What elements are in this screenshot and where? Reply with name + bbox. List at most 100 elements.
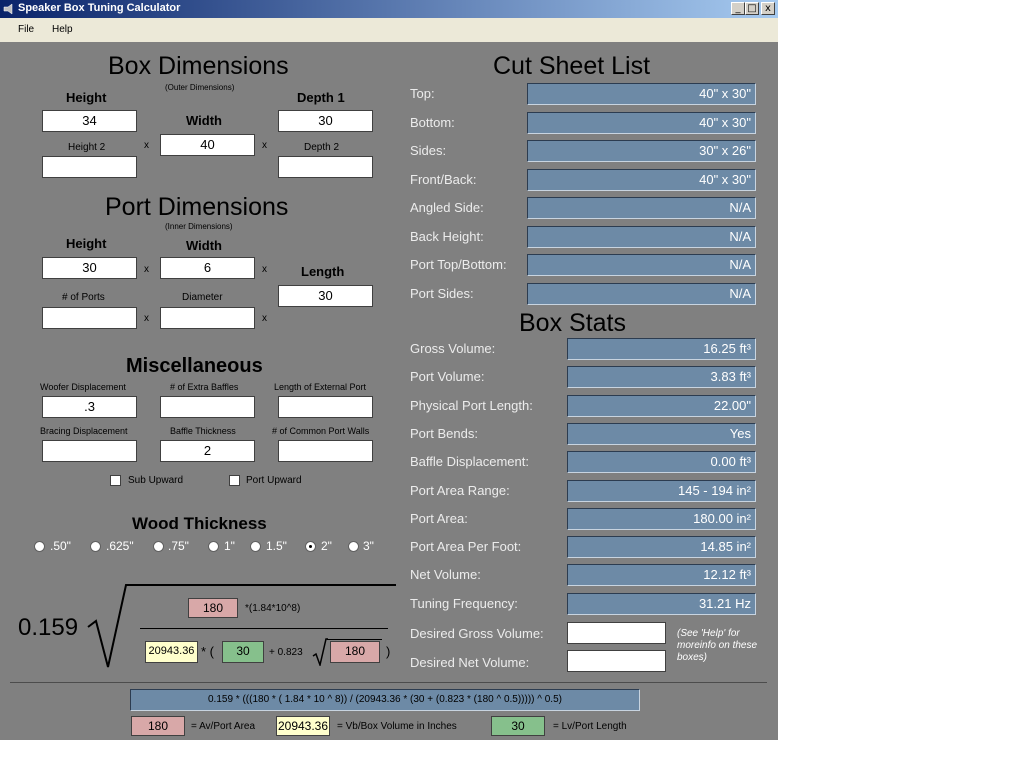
num-ports-input[interactable]: [42, 307, 137, 329]
wood-option-label: 2": [321, 539, 332, 553]
wood-radio-0625[interactable]: [90, 541, 101, 552]
stat-value: 180.00 in²: [567, 507, 756, 530]
footer-av-label: = Av/Port Area: [191, 721, 256, 732]
bracing-displacement-input[interactable]: [42, 440, 137, 462]
cut-sheet-label: Sides:: [410, 143, 447, 158]
stat-label: Baffle Displacement:: [410, 454, 529, 470]
close-button[interactable]: x: [761, 2, 775, 15]
port-width-label: Width: [186, 238, 222, 253]
port-upward-checkbox[interactable]: [229, 475, 240, 486]
stat-label: Port Area Range:: [410, 482, 510, 498]
wood-radio-2-selected[interactable]: [305, 541, 316, 552]
maximize-button[interactable]: □: [745, 2, 759, 15]
num-ports-label: # of Ports: [62, 292, 105, 303]
cut-sheet-label: Port Sides:: [410, 285, 474, 301]
woofer-displacement-input[interactable]: .3: [42, 396, 137, 418]
sub-upward-label: Sub Upward: [128, 475, 184, 486]
menu-help[interactable]: Help: [52, 24, 73, 35]
cut-sheet-label: Front/Back:: [410, 171, 477, 187]
baffle-thickness-input[interactable]: 2: [160, 440, 255, 462]
footer-divider: [10, 682, 767, 683]
external-port-input[interactable]: [278, 396, 373, 418]
desired-net-label: Desired Net Volume:: [410, 655, 530, 670]
small-radical-bar: [327, 639, 382, 640]
stat-value: 0.00 ft³: [567, 451, 756, 474]
box-dimensions-title: Box Dimensions: [108, 52, 289, 80]
minimize-button[interactable]: _: [731, 2, 745, 15]
menu-file[interactable]: File: [18, 24, 34, 35]
stat-label: Net Volume:: [410, 567, 481, 583]
times-sign: x: [262, 264, 267, 275]
box-width-input[interactable]: 40: [160, 134, 255, 156]
footer-av-box: 180: [131, 716, 185, 736]
wood-radio-15[interactable]: [250, 541, 261, 552]
desired-net-input[interactable]: [567, 650, 666, 672]
wood-option-label: .75": [168, 539, 189, 553]
baffle-thickness-label: Baffle Thickness: [170, 426, 236, 436]
port-width-input[interactable]: 6: [160, 257, 255, 279]
extra-baffles-input[interactable]: [160, 396, 255, 418]
woofer-displacement-label: Woofer Displacement: [40, 382, 126, 392]
cut-sheet-title: Cut Sheet List: [493, 52, 651, 80]
cut-sheet-value: 40" x 30": [527, 168, 756, 191]
formula-vb-box: 20943.36: [145, 641, 198, 663]
title-bar[interactable]: Speaker Box Tuning Calculator _ □ x: [0, 0, 778, 18]
port-dimensions-title: Port Dimensions: [105, 193, 289, 221]
stat-value: 12.12 ft³: [567, 564, 756, 587]
help-note: (See 'Help' for moreinfo on these boxes): [677, 628, 758, 663]
times-sign: x: [262, 140, 267, 151]
bracing-displacement-label: Bracing Displacement: [40, 426, 128, 436]
cut-sheet-value: 40" x 30": [527, 83, 756, 105]
menu-bar: File Help: [0, 18, 778, 42]
box-depth2-input[interactable]: [278, 156, 373, 178]
diameter-label: Diameter: [182, 292, 223, 303]
stat-label: Port Area:: [410, 510, 468, 526]
small-radical-icon: [312, 638, 328, 666]
times-sign: x: [144, 313, 149, 324]
stat-label: Port Volume:: [410, 369, 485, 385]
wood-radio-1[interactable]: [208, 541, 219, 552]
diameter-input[interactable]: [160, 307, 255, 329]
box-height-input[interactable]: 34: [42, 110, 137, 132]
box-height2-label: Height 2: [68, 142, 106, 153]
stat-label: Port Area Per Foot:: [410, 539, 522, 555]
app-window: Speaker Box Tuning Calculator _ □ x File…: [0, 0, 778, 740]
desired-gross-label: Desired Gross Volume:: [410, 626, 544, 641]
times-sign: x: [144, 140, 149, 151]
box-height2-input[interactable]: [42, 156, 137, 178]
footer-vb-box: 20943.36: [276, 716, 330, 736]
box-depth1-input[interactable]: 30: [278, 110, 373, 132]
outer-dimensions-note: (Outer Dimensions): [165, 83, 235, 92]
wood-thickness-title: Wood Thickness: [132, 514, 267, 533]
window-title: Speaker Box Tuning Calculator: [18, 2, 181, 14]
stat-value: 14.85 in²: [567, 536, 756, 559]
formula-times-paren: * (: [201, 644, 214, 659]
cut-sheet-label: Angled Side:: [410, 200, 484, 215]
wood-option-label: .625": [106, 539, 134, 553]
formula-coefficient: 0.159: [18, 614, 79, 641]
wood-radio-3[interactable]: [348, 541, 359, 552]
port-length-input[interactable]: 30: [278, 285, 373, 307]
common-port-walls-input[interactable]: [278, 440, 373, 462]
formula-plus-term: + 0.823: [269, 647, 303, 658]
wood-option-label: 3": [363, 539, 374, 553]
wood-radio-075[interactable]: [153, 541, 164, 552]
formula-multiplier: *(1.84*10^8): [245, 603, 301, 614]
wood-option-label: .50": [50, 539, 71, 553]
stat-value: 22.00": [567, 394, 756, 417]
desired-gross-input[interactable]: [567, 622, 666, 644]
external-port-label: Length of External Port: [274, 382, 367, 392]
wood-radio-050[interactable]: [34, 541, 45, 552]
cut-sheet-label: Back Height:: [410, 228, 484, 244]
cut-sheet-label: Port Top/Bottom:: [410, 257, 507, 272]
formula-close-paren: ): [386, 644, 391, 659]
box-depth1-label: Depth 1: [297, 90, 345, 105]
sub-upward-checkbox[interactable]: [110, 475, 121, 486]
footer-lv-label: = Lv/Port Length: [553, 721, 627, 732]
cut-sheet-value: N/A: [527, 225, 756, 248]
stat-label: Physical Port Length:: [410, 397, 533, 413]
box-width-label: Width: [186, 113, 222, 128]
stat-label: Tuning Frequency:: [410, 595, 518, 611]
wood-option-label: 1": [224, 539, 235, 553]
port-height-input[interactable]: 30: [42, 257, 137, 279]
